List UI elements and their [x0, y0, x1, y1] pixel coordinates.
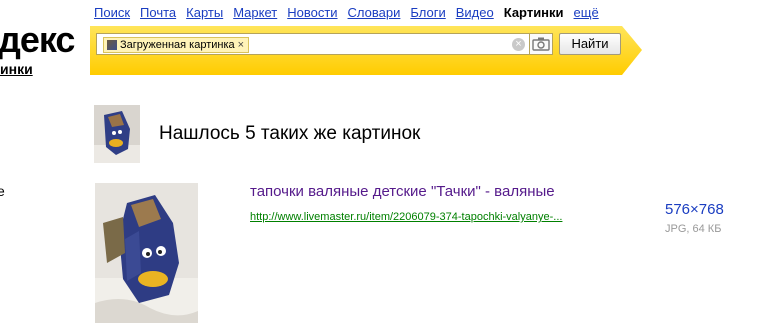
- left-edge-text: е: [0, 183, 5, 199]
- uploaded-image-label: Загруженная картинка: [120, 39, 235, 51]
- query-image-thumbnail: [94, 105, 140, 163]
- search-input[interactable]: Загруженная картинка × ×: [96, 33, 552, 55]
- result-file-meta: JPG, 64 КБ: [665, 223, 722, 235]
- camera-icon: [532, 37, 550, 51]
- service-name-link[interactable]: инки: [0, 61, 33, 77]
- result-url-link[interactable]: http://www.livemaster.ru/item/2206079-37…: [250, 211, 562, 223]
- top-navigation: Поиск Почта Карты Маркет Новости Словари…: [94, 5, 599, 20]
- nav-item-images-active: Картинки: [503, 5, 564, 20]
- nav-link-more[interactable]: ещё: [574, 5, 599, 20]
- nav-link-mail[interactable]: Почта: [140, 5, 176, 20]
- camera-search-button[interactable]: [529, 33, 553, 55]
- found-count-heading: Нашлось 5 таких же картинок: [159, 123, 421, 144]
- nav-link-video[interactable]: Видео: [456, 5, 494, 20]
- result-image-thumbnail[interactable]: [95, 183, 198, 323]
- nav-link-market[interactable]: Маркет: [233, 5, 277, 20]
- result-title-link[interactable]: тапочки валяные детские "Тачки" - валяны…: [250, 183, 555, 200]
- uploaded-image-chip[interactable]: Загруженная картинка ×: [103, 37, 250, 53]
- find-button[interactable]: Найти: [559, 33, 621, 55]
- nav-link-maps[interactable]: Карты: [186, 5, 223, 20]
- nav-link-search[interactable]: Поиск: [94, 5, 130, 20]
- page: декс инки е Поиск Почта Карты Маркет Нов…: [0, 0, 770, 330]
- nav-link-news[interactable]: Новости: [287, 5, 337, 20]
- uploaded-image-thumbnail: [107, 40, 117, 50]
- nav-link-blogs[interactable]: Блоги: [410, 5, 445, 20]
- nav-link-dictionaries[interactable]: Словари: [348, 5, 401, 20]
- clear-icon[interactable]: ×: [512, 38, 525, 51]
- result-dimensions-link[interactable]: 576×768: [665, 201, 724, 218]
- chip-close-icon[interactable]: ×: [238, 38, 244, 52]
- yandex-logo[interactable]: декс: [0, 22, 75, 58]
